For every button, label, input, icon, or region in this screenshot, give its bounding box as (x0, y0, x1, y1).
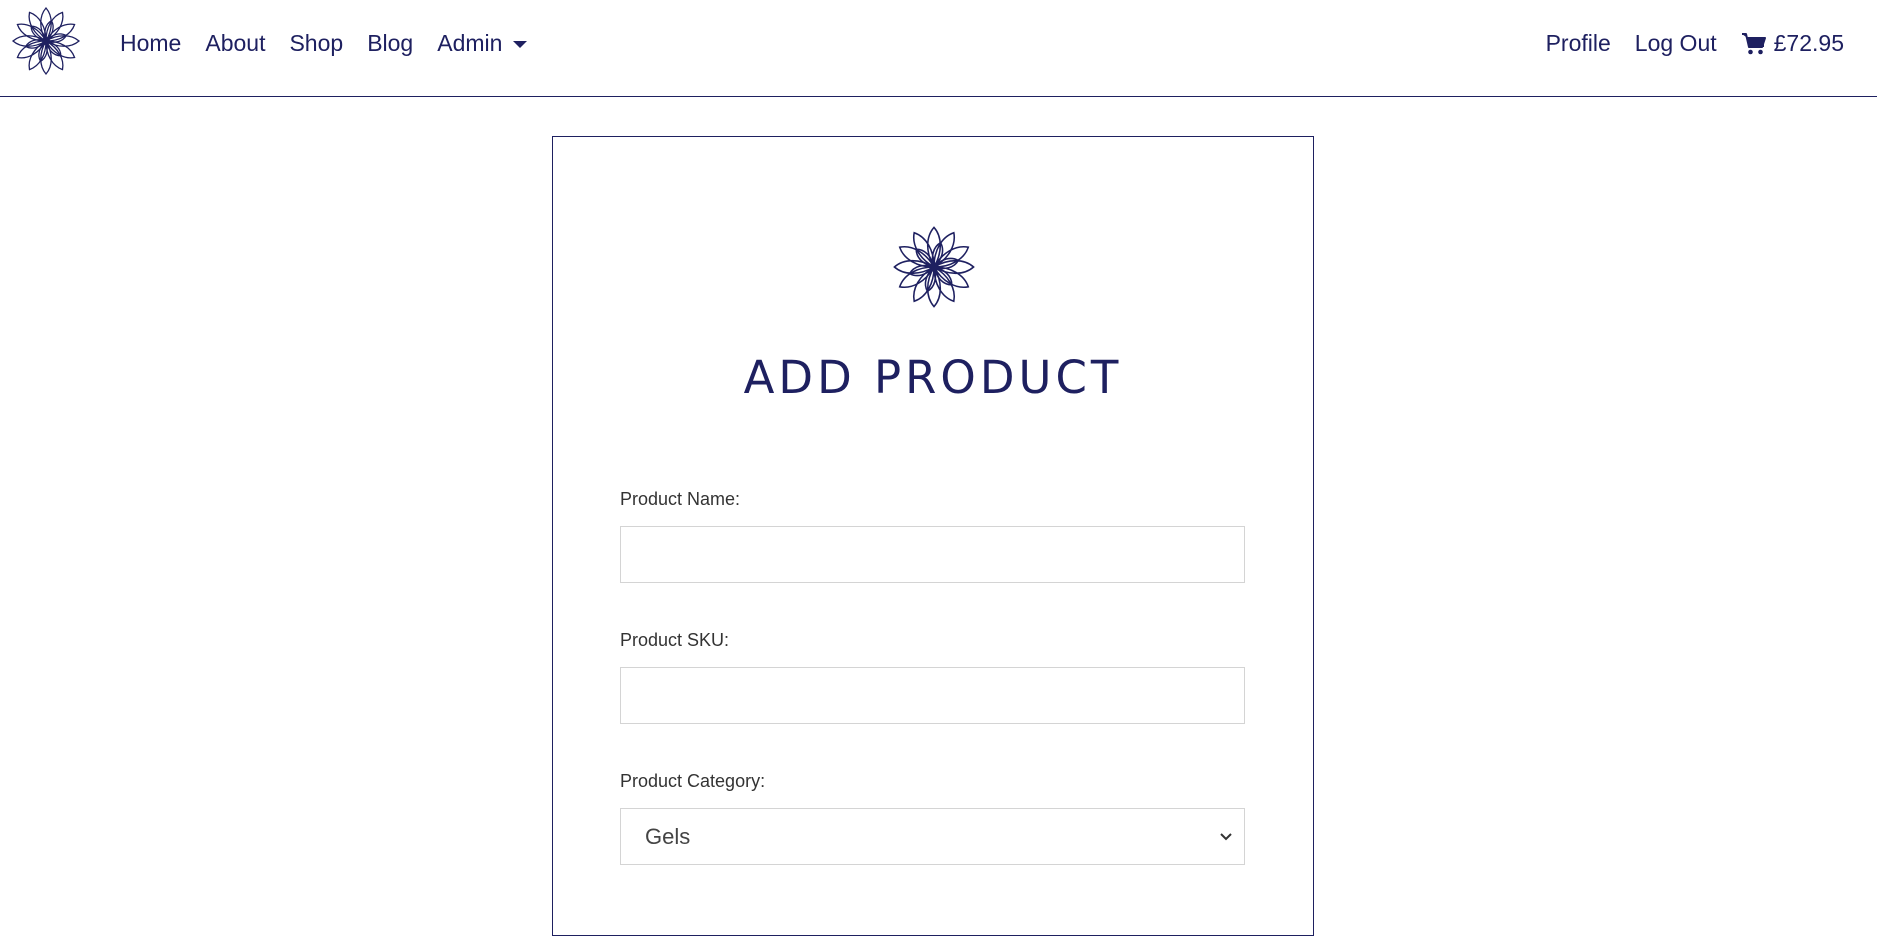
nav-cart-link[interactable]: £72.95 (1741, 30, 1844, 57)
product-category-value: Gels (645, 823, 691, 849)
nav-about-link[interactable]: About (205, 30, 265, 57)
chevron-down-icon (1220, 833, 1232, 841)
product-category-select[interactable]: Gels (620, 808, 1245, 865)
lotus-flower-icon[interactable] (11, 6, 81, 76)
nav-blog-link[interactable]: Blog (367, 30, 413, 57)
nav-admin-dropdown[interactable]: Admin (437, 30, 528, 57)
nav-home-link[interactable]: Home (120, 30, 181, 57)
nav-account-links: Profile Log Out £72.95 (1522, 30, 1844, 57)
product-sku-input[interactable] (620, 667, 1245, 724)
nav-shop-link[interactable]: Shop (289, 30, 343, 57)
shopping-cart-icon (1741, 32, 1766, 54)
nav-primary-links: Home About Shop Blog Admin (120, 30, 551, 57)
add-product-card: ADD PRODUCT Product Name: Product SKU: P… (552, 136, 1314, 936)
top-navbar: Home About Shop Blog Admin Profile Log O… (0, 0, 1877, 97)
product-category-label: Product Category: (620, 771, 766, 791)
nav-profile-link[interactable]: Profile (1546, 30, 1611, 57)
cart-total: £72.95 (1773, 30, 1844, 56)
product-name-label: Product Name: (620, 489, 741, 509)
lotus-flower-icon (893, 226, 975, 308)
page-title: ADD PRODUCT (743, 351, 1123, 404)
nav-admin-label: Admin (437, 30, 503, 56)
nav-logout-link[interactable]: Log Out (1635, 30, 1717, 57)
caret-down-icon (513, 41, 528, 48)
product-name-input[interactable] (620, 526, 1245, 583)
product-sku-label: Product SKU: (620, 630, 730, 650)
